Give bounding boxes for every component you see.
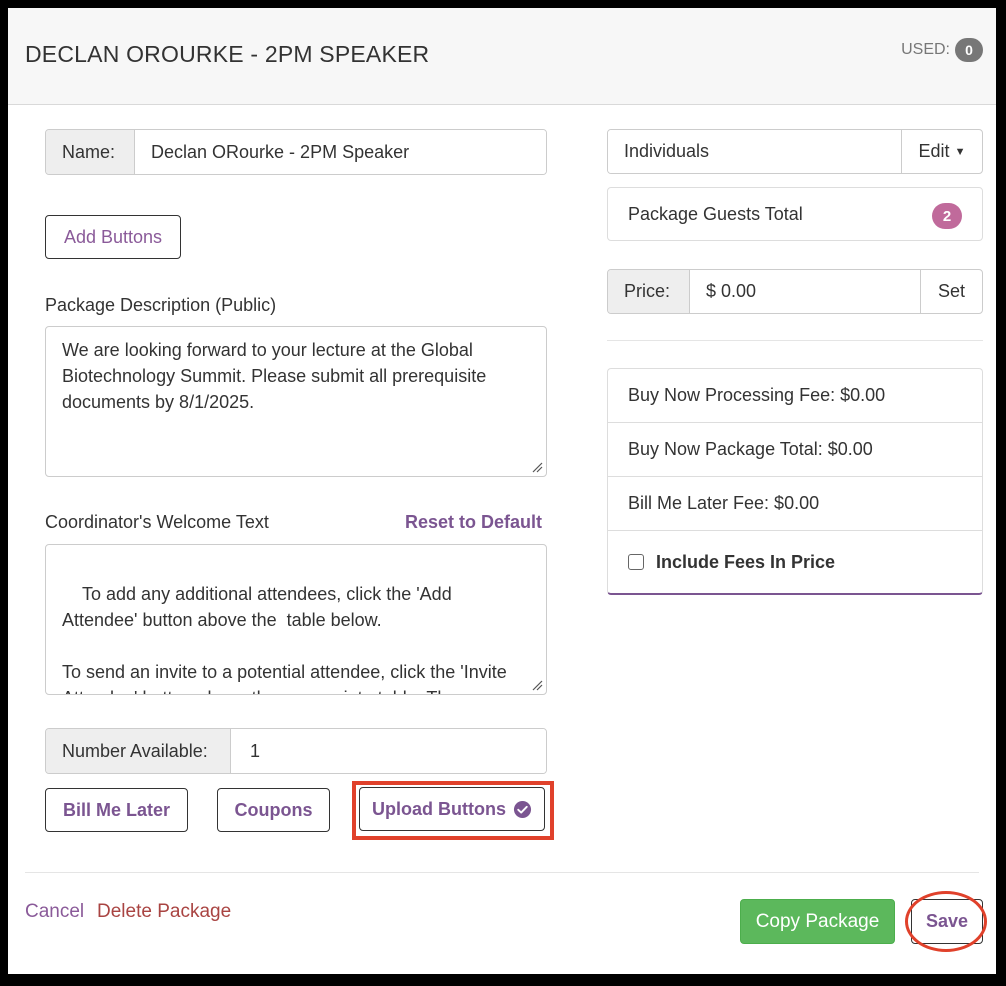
number-available-label: Number Available: <box>46 729 231 773</box>
caret-down-icon: ▼ <box>954 145 966 158</box>
edit-dropdown-button[interactable]: Edit ▼ <box>901 130 982 173</box>
resize-grip-icon[interactable] <box>531 679 543 691</box>
edit-package-modal: DECLAN OROURKE - 2PM SPEAKER USED: 0 Nam… <box>8 8 996 974</box>
package-total-item: Buy Now Package Total: $0.00 <box>608 423 982 477</box>
price-label: Price: <box>608 270 690 313</box>
price-input-group: Price: $ 0.00 Set <box>607 269 983 314</box>
set-price-button[interactable]: Set <box>920 270 982 313</box>
upload-buttons-label: Upload Buttons <box>372 798 506 819</box>
description-label: Package Description (Public) <box>45 295 277 315</box>
number-available-input[interactable]: 1 <box>231 729 546 773</box>
add-buttons-button[interactable]: Add Buttons <box>45 215 181 259</box>
delete-package-link[interactable]: Delete Package <box>97 901 231 923</box>
reset-to-default-link[interactable]: Reset to Default <box>405 512 542 533</box>
used-indicator: USED: 0 <box>901 38 983 62</box>
copy-package-button[interactable]: Copy Package <box>740 899 895 944</box>
fees-panel: Buy Now Processing Fee: $0.00 Buy Now Pa… <box>607 368 983 595</box>
name-label: Name: <box>46 130 135 174</box>
number-available-group: Number Available: 1 <box>45 728 547 774</box>
description-textarea[interactable]: We are looking forward to your lecture a… <box>45 326 547 477</box>
resize-grip-icon[interactable] <box>531 461 543 473</box>
save-button-highlight <box>905 891 987 952</box>
package-type-value: Individuals <box>608 130 901 173</box>
divider <box>607 340 983 341</box>
edit-label: Edit <box>918 141 950 161</box>
description-text: We are looking forward to your lecture a… <box>62 340 487 412</box>
include-fees-label: Include Fees In Price <box>656 551 836 572</box>
package-type-group: Individuals Edit ▼ <box>607 129 983 174</box>
welcome-text: To add any additional attendees, click t… <box>62 584 507 694</box>
guests-total-label: Package Guests Total <box>628 204 803 224</box>
welcome-text-label: Coordinator's Welcome Text <box>45 512 269 532</box>
guests-count-badge: 2 <box>932 203 962 229</box>
name-input-group: Name: Declan ORourke - 2PM Speaker <box>45 129 547 175</box>
check-circle-icon <box>513 800 532 818</box>
modal-header: DECLAN OROURKE - 2PM SPEAKER USED: 0 <box>8 8 996 105</box>
bill-later-fee-item: Bill Me Later Fee: $0.00 <box>608 477 982 531</box>
include-fees-checkbox[interactable] <box>628 554 644 570</box>
cancel-link[interactable]: Cancel <box>25 901 84 923</box>
price-input[interactable]: $ 0.00 <box>690 270 920 313</box>
bill-me-later-button[interactable]: Bill Me Later <box>45 788 188 832</box>
processing-fee-item: Buy Now Processing Fee: $0.00 <box>608 369 982 423</box>
page-title: DECLAN OROURKE - 2PM SPEAKER <box>25 41 430 67</box>
used-count-badge: 0 <box>955 38 983 62</box>
welcome-textarea[interactable]: To add any additional attendees, click t… <box>45 544 547 695</box>
coupons-button[interactable]: Coupons <box>217 788 330 832</box>
used-label: USED: <box>901 41 950 58</box>
footer-divider <box>25 872 979 873</box>
guests-total-panel: Package Guests Total 2 <box>607 187 983 241</box>
upload-buttons-button[interactable]: Upload Buttons <box>359 787 545 831</box>
include-fees-item: Include Fees In Price <box>608 531 982 593</box>
name-input[interactable]: Declan ORourke - 2PM Speaker <box>135 130 546 174</box>
